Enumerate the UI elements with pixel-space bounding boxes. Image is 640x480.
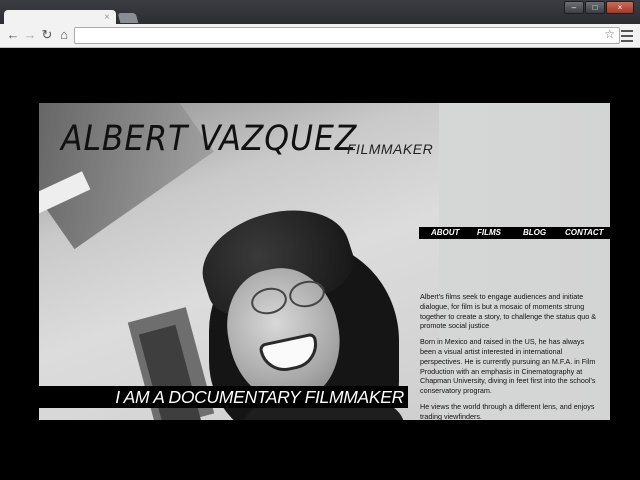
bio-paragraph: Albert's films seek to engage audiences …	[420, 292, 597, 331]
browser-toolbar: ← → ↻ ⌂ ☆	[0, 24, 640, 48]
bookmark-star-icon[interactable]: ☆	[604, 27, 615, 41]
new-tab-button[interactable]	[117, 13, 139, 23]
nav-films-link[interactable]: FILMS	[477, 227, 501, 239]
back-arrow-icon[interactable]: ←	[5, 27, 21, 43]
title-bar: × – □ ×	[0, 0, 640, 26]
nav-contact-link[interactable]: CONTACT	[565, 227, 604, 239]
page-viewport: ALBERT VAZQUEZ FILMMAKER ABOUT FILMS BLO…	[0, 48, 640, 480]
forward-arrow-icon[interactable]: →	[22, 27, 38, 43]
bio-paragraph: He views the world through a different l…	[420, 401, 595, 420]
menu-icon[interactable]	[620, 27, 634, 43]
bio-paragraph: Born in Mexico and raised in the US, he …	[420, 337, 596, 396]
site-subtitle: FILMMAKER	[347, 141, 434, 157]
tagline-banner: I AM A DOCUMENTARY FILMMAKER	[39, 386, 408, 408]
reload-icon[interactable]: ↻	[39, 27, 55, 43]
bio-text: Albert's films seek to engage audiences …	[420, 292, 600, 420]
address-bar[interactable]: ☆	[74, 27, 620, 44]
site-container: ALBERT VAZQUEZ FILMMAKER ABOUT FILMS BLO…	[39, 103, 610, 420]
tagline-text: I AM A DOCUMENTARY FILMMAKER	[115, 387, 404, 407]
browser-chrome: × – □ × ← → ↻ ⌂ ☆	[0, 0, 640, 48]
close-window-button[interactable]: ×	[606, 1, 634, 14]
tab-close-icon[interactable]: ×	[104, 11, 110, 25]
site-title: ALBERT VAZQUEZ	[61, 119, 358, 159]
home-icon[interactable]: ⌂	[56, 27, 72, 43]
site-nav: ABOUT FILMS BLOG CONTACT	[419, 227, 610, 239]
nav-about-link[interactable]: ABOUT	[431, 227, 459, 239]
minimize-button[interactable]: –	[564, 1, 584, 14]
maximize-button[interactable]: □	[585, 1, 605, 14]
window-controls: – □ ×	[564, 1, 634, 14]
nav-blog-link[interactable]: BLOG	[523, 227, 546, 239]
